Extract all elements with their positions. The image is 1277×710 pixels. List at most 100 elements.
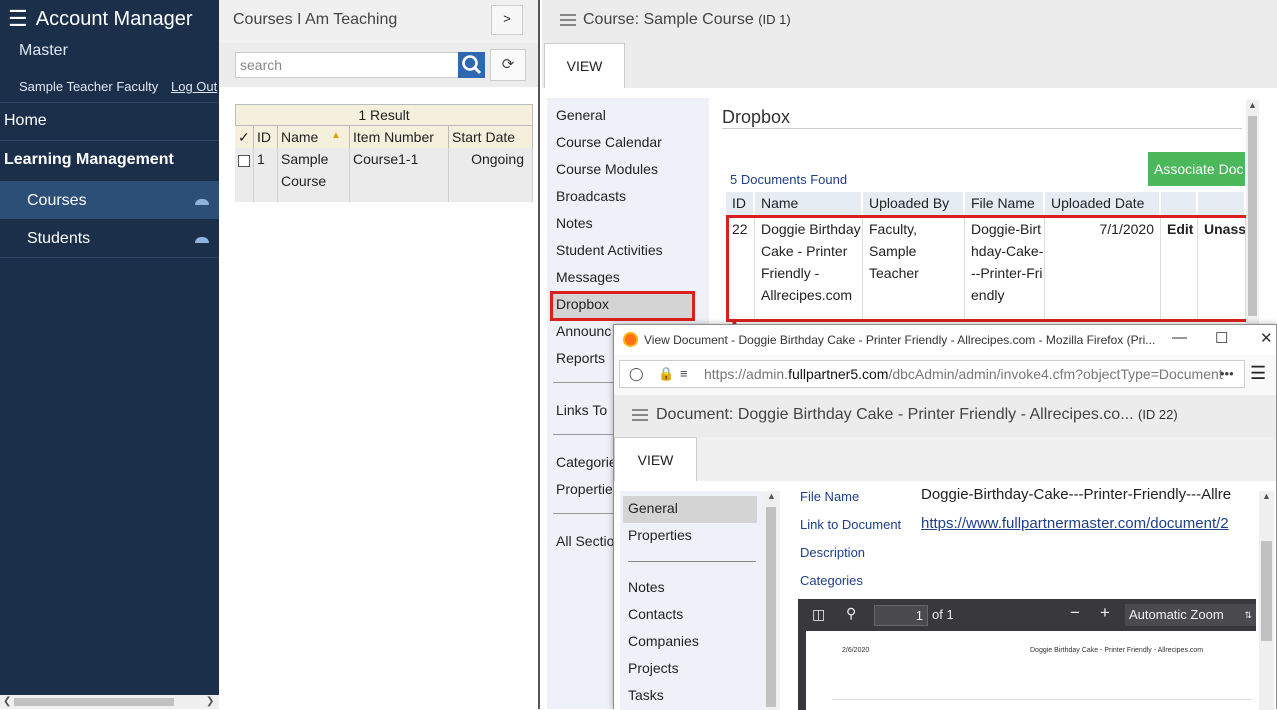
hamburger-icon[interactable] — [560, 14, 576, 26]
column-header-blank — [1161, 192, 1198, 215]
minimize-icon[interactable]: — — [1172, 329, 1187, 346]
nav-item-announcements[interactable]: Announc — [556, 323, 611, 339]
url-path: /dbcAdmin/admin/invoke4.cfm?objectType=D… — [888, 366, 1223, 382]
zoom-out-icon[interactable]: − — [1070, 603, 1080, 623]
column-header-check[interactable]: ✓ — [235, 126, 254, 148]
document-title: Document: Doggie Birthday Cake - Printer… — [656, 406, 1178, 424]
course-id: (ID 1) — [758, 12, 791, 27]
nav-divider — [628, 561, 756, 562]
scrollbar-thumb[interactable] — [1248, 116, 1257, 316]
scroll-right-icon[interactable]: ❯ — [206, 696, 214, 707]
maximize-icon[interactable]: ☐ — [1215, 329, 1228, 347]
nav-item-reports[interactable]: Reports — [556, 350, 605, 366]
window-title: View Document - Doggie Birthday Cake - P… — [644, 333, 1156, 347]
scrollbar-thumb[interactable] — [766, 507, 776, 707]
nav-item-dropbox[interactable]: Dropbox — [556, 296, 609, 312]
nav-item-contacts[interactable]: Contacts — [628, 606, 683, 622]
org-name: Master — [19, 42, 68, 59]
logout-link[interactable]: Log Out — [171, 79, 217, 94]
sidebar-toggle-icon[interactable]: ◫ — [812, 606, 825, 623]
nav-section-learning-management[interactable]: Learning Management — [4, 151, 174, 169]
close-icon[interactable]: ✕ — [1260, 329, 1273, 347]
url-input[interactable]: ◯ 🔒 ≡ https://admin.fullpartner5.com/dbc… — [619, 360, 1245, 388]
scroll-left-icon[interactable]: ❮ — [3, 696, 11, 707]
search-input[interactable]: search — [235, 52, 459, 78]
lock-icon[interactable]: 🔒 — [658, 361, 674, 387]
table-cell-item-number: Course1-1 — [350, 148, 449, 202]
vertical-scrollbar[interactable]: ▲ — [1246, 100, 1259, 330]
page-number-input[interactable]: 1 — [874, 605, 928, 626]
column-header-label: Name — [281, 129, 319, 145]
shield-icon[interactable]: ◯ — [629, 361, 644, 387]
nav-item-notes[interactable]: Notes — [556, 215, 593, 231]
column-header-start-date[interactable]: Start Date — [449, 126, 533, 148]
vertical-scrollbar[interactable]: ▲ — [764, 491, 778, 710]
nav-item-course-modules[interactable]: Course Modules — [556, 161, 658, 177]
horizontal-scrollbar[interactable]: ❮ ❯ — [0, 695, 219, 709]
nav-item-messages[interactable]: Messages — [556, 269, 620, 285]
pdf-rule — [832, 699, 1252, 700]
column-header-file-name[interactable]: File Name — [965, 192, 1045, 215]
nav-item-companies[interactable]: Companies — [628, 633, 699, 649]
nav-item-projects[interactable]: Projects — [628, 660, 679, 676]
column-header-name[interactable]: Name — [755, 192, 863, 215]
column-header-uploaded-by[interactable]: Uploaded By — [863, 192, 965, 215]
search-button[interactable] — [458, 52, 485, 78]
nav-item-categories[interactable]: Categorie — [556, 454, 617, 470]
pdf-toolbar: ◫ ⚲ 1 of 1 − + Automatic Zoom ⇅ — [798, 599, 1256, 631]
menu-icon[interactable]: ☰ — [8, 6, 28, 32]
document-title-text: Document: Doggie Birthday Cake - Printer… — [656, 406, 1134, 423]
hamburger-icon[interactable] — [632, 409, 648, 421]
zoom-select[interactable]: Automatic Zoom ⇅ — [1125, 604, 1256, 626]
column-header-id[interactable]: ID — [726, 192, 755, 215]
nav-item-tasks[interactable]: Tasks — [628, 687, 664, 703]
nav-home[interactable]: Home — [4, 112, 47, 130]
sidebar-item-label: Students — [27, 230, 91, 247]
permissions-icon[interactable]: ≡ — [680, 361, 688, 387]
tab-view[interactable]: VIEW — [544, 43, 625, 88]
panel-title: Courses I Am Teaching — [233, 11, 398, 28]
expand-icon[interactable] — [195, 199, 209, 205]
table-cell-name[interactable]: Sample Course — [278, 148, 350, 202]
expand-icon[interactable] — [195, 237, 209, 243]
nav-item-properties[interactable]: Properties — [628, 527, 692, 543]
field-label-file-name: File Name — [800, 489, 860, 504]
page-count: of 1 — [932, 607, 954, 622]
more-actions-icon[interactable]: ••• — [1220, 361, 1234, 387]
nav-item-student-activities[interactable]: Student Activities — [556, 242, 663, 258]
nav-item-links-to[interactable]: Links To — [556, 402, 607, 418]
nav-item-general[interactable]: General — [556, 107, 606, 123]
nav-item-properties[interactable]: Propertie — [556, 481, 613, 497]
zoom-in-icon[interactable]: + — [1100, 603, 1110, 623]
documents-found: 5 Documents Found — [730, 172, 848, 187]
scrollbar-thumb[interactable] — [1261, 541, 1272, 641]
refresh-button[interactable]: ⟳ — [490, 49, 526, 81]
scroll-up-icon[interactable]: ▲ — [767, 491, 776, 501]
course-title: Course: Sample Course (ID 1) — [583, 11, 791, 29]
nav-item-notes[interactable]: Notes — [628, 579, 665, 595]
nav-item-course-calendar[interactable]: Course Calendar — [556, 134, 662, 150]
column-header-uploaded-date[interactable]: Uploaded Date — [1045, 192, 1161, 215]
row-checkbox[interactable] — [238, 155, 250, 167]
browser-menu-icon[interactable]: ☰ — [1250, 363, 1266, 384]
column-header-item-number[interactable]: Item Number — [350, 126, 449, 148]
pdf-page: 2/6/2020 Doggie Birthday Cake - Printer … — [806, 631, 1256, 710]
column-header-name[interactable]: Name ▲ — [278, 126, 350, 148]
expand-panel-button[interactable]: > — [491, 5, 523, 35]
search-icon[interactable]: ⚲ — [846, 605, 856, 622]
tab-view[interactable]: VIEW — [614, 437, 697, 481]
nav-item-general[interactable]: General — [628, 500, 678, 516]
associate-document-button[interactable]: Associate Doc — [1148, 152, 1245, 186]
sidebar-item-courses[interactable]: Courses — [0, 181, 219, 219]
nav-item-all-sections[interactable]: All Sectio — [556, 533, 614, 549]
scroll-up-icon[interactable]: ▲ — [1248, 100, 1257, 110]
sidebar-item-students[interactable]: Students — [0, 219, 219, 257]
scroll-up-icon[interactable]: ▲ — [1262, 491, 1271, 501]
nav-item-broadcasts[interactable]: Broadcasts — [556, 188, 626, 204]
address-bar: ◯ 🔒 ≡ https://admin.fullpartner5.com/dbc… — [614, 355, 1276, 395]
document-link[interactable]: https://www.fullpartnermaster.com/docume… — [921, 515, 1257, 532]
column-header-id[interactable]: ID — [254, 126, 278, 148]
vertical-scrollbar[interactable]: ▲ — [1259, 491, 1274, 710]
scrollbar-thumb[interactable] — [14, 698, 174, 706]
url-host: fullpartner5.com — [788, 366, 889, 382]
